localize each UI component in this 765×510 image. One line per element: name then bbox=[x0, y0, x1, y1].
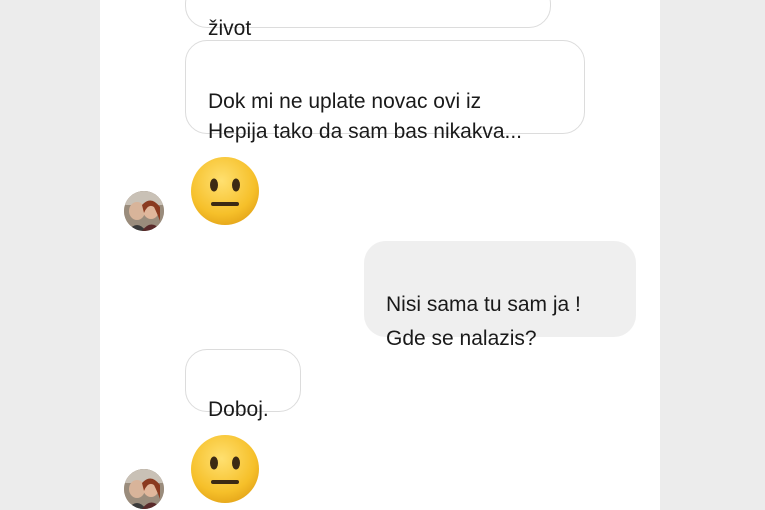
message-bubble-incoming: Dok mi ne uplate novac ovi iz Hepija tak… bbox=[185, 40, 585, 143]
message-bubble-incoming: život bbox=[185, 0, 551, 40]
avatar-photo-icon bbox=[124, 469, 164, 509]
avatar-photo-icon bbox=[124, 191, 164, 231]
avatar[interactable] bbox=[124, 469, 164, 509]
message-text: Doboj. bbox=[208, 398, 269, 421]
message-text: Nisi sama tu sam ja ! Gde se nalazis? bbox=[386, 293, 581, 350]
message-text: Dok mi ne uplate novac ovi iz Hepija tak… bbox=[208, 90, 522, 143]
neutral-face-icon bbox=[191, 157, 259, 225]
neutral-face-icon bbox=[191, 435, 259, 503]
message-bubble-outgoing: Nisi sama tu sam ja ! Gde se nalazis? bbox=[364, 241, 636, 350]
message-text: život bbox=[208, 17, 252, 40]
avatar[interactable] bbox=[124, 191, 164, 231]
chat-screen: život Dok mi ne uplate novac ovi iz Hepi… bbox=[100, 0, 660, 510]
message-bubble-incoming: Doboj. bbox=[185, 349, 301, 421]
